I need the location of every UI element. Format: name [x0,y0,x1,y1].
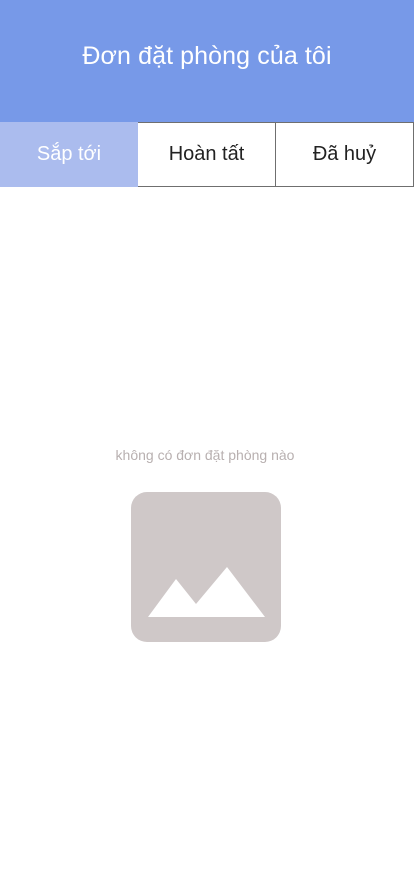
empty-state-message: không có đơn đặt phòng nào [115,447,295,463]
booking-tabs: Sắp tới Hoàn tất Đã huỷ [0,122,414,187]
page-title: Đơn đặt phòng của tôi [82,41,332,70]
app-header: Đơn đặt phòng của tôi [0,0,414,122]
bookings-screen: Đơn đặt phòng của tôi Sắp tới Hoàn tất Đ… [0,0,414,896]
tab-completed[interactable]: Hoàn tất [138,122,276,187]
tab-cancelled[interactable]: Đã huỷ [276,122,414,187]
tab-upcoming[interactable]: Sắp tới [0,122,138,187]
image-placeholder-icon [131,492,281,642]
